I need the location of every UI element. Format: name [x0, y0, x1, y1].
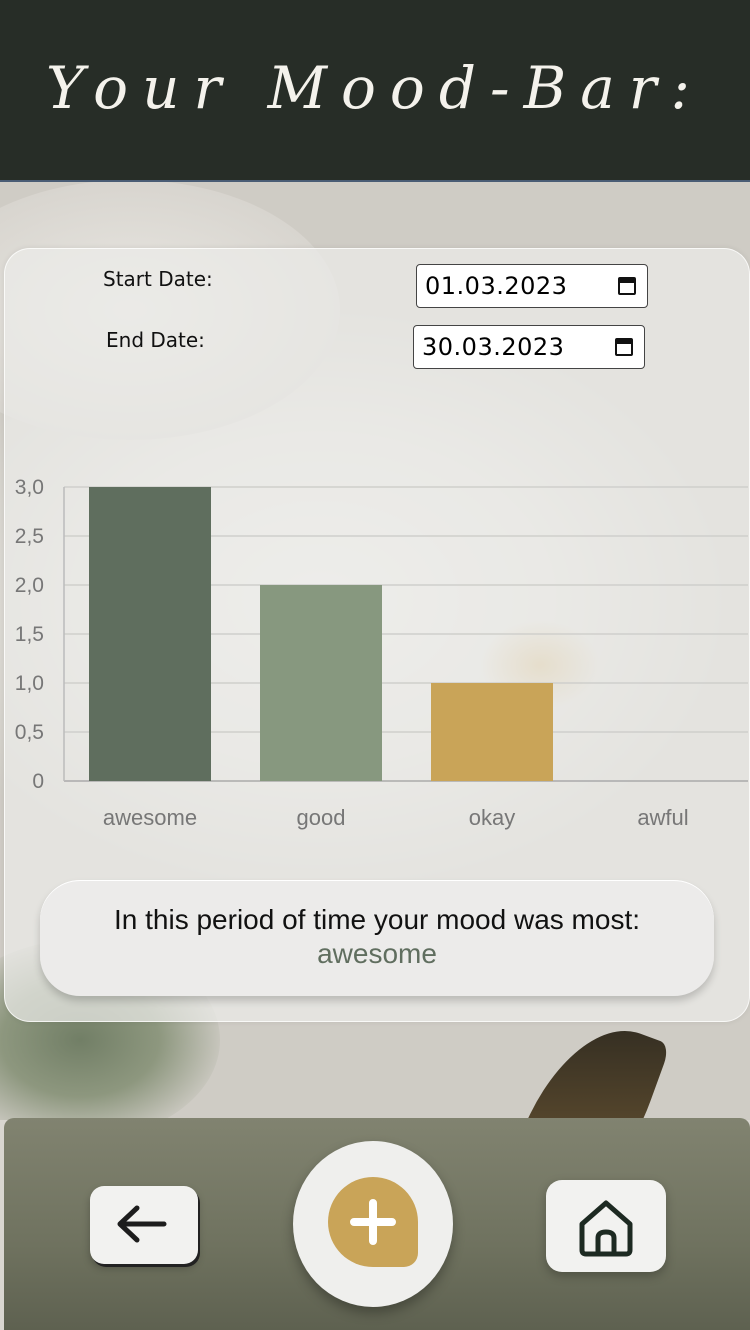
home-icon: [579, 1200, 633, 1257]
calendar-icon[interactable]: [615, 274, 639, 298]
y-tick-label: 3,0: [15, 476, 44, 499]
mood-summary: In this period of time your mood was mos…: [40, 880, 714, 996]
mood-bar-chart: 0 0,5 1,0 1,5 2,0 2,5 3,0 awesome good okay awful: [15, 476, 748, 830]
calendar-icon[interactable]: [612, 335, 636, 359]
y-tick-label: 1,5: [15, 623, 44, 646]
app-header: Your Mood-Bar:: [0, 0, 750, 182]
bar-awesome: [89, 487, 211, 781]
start-date-input[interactable]: 01.03.2023: [416, 264, 648, 308]
home-button[interactable]: [546, 1180, 666, 1272]
end-date-label: End Date:: [106, 328, 205, 352]
bar-okay: [431, 683, 553, 781]
summary-text: In this period of time your mood was mos…: [114, 904, 640, 935]
x-tick-label: good: [297, 805, 346, 830]
y-tick-label: 2,0: [15, 574, 44, 597]
add-mood-button[interactable]: [293, 1141, 453, 1307]
page-title: Your Mood-Bar:: [45, 54, 705, 122]
y-tick-label: 1,0: [15, 672, 44, 695]
y-tick-label: 0,5: [15, 721, 44, 744]
end-date-input[interactable]: 30.03.2023: [413, 325, 645, 369]
arrow-left-icon: [117, 1205, 167, 1243]
back-button[interactable]: [90, 1186, 198, 1264]
y-tick-label: 0: [32, 770, 44, 793]
x-tick-label: awful: [637, 805, 688, 830]
add-button-bubble: [328, 1177, 418, 1267]
summary-mood: awesome: [317, 938, 437, 969]
x-tick-label: awesome: [103, 805, 197, 830]
y-tick-label: 2,5: [15, 525, 44, 548]
x-tick-label: okay: [469, 805, 515, 830]
end-date-value: 30.03.2023: [422, 333, 565, 361]
bar-good: [260, 585, 382, 781]
start-date-label: Start Date:: [103, 267, 213, 291]
plus-icon: [350, 1199, 396, 1245]
start-date-value: 01.03.2023: [425, 272, 568, 300]
